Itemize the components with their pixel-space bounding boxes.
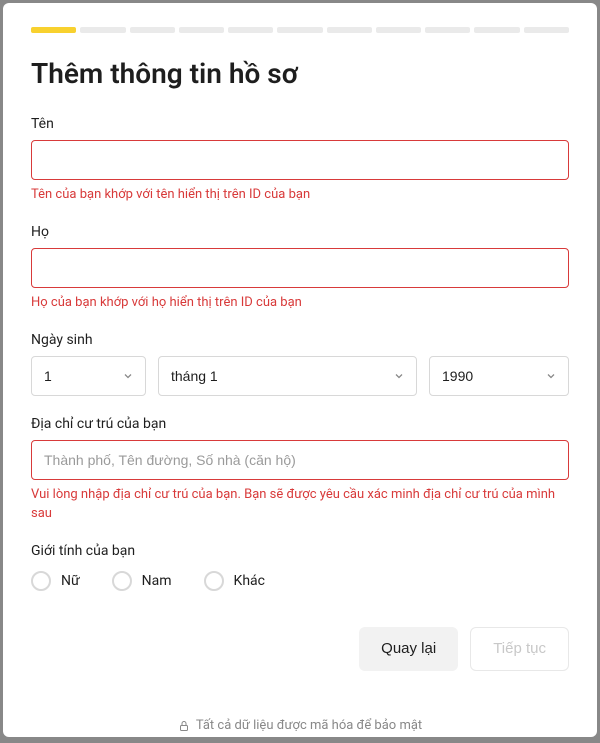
lock-icon bbox=[178, 720, 190, 732]
continue-button[interactable]: Tiếp tục bbox=[470, 627, 569, 671]
page-title: Thêm thông tin hồ sơ bbox=[31, 57, 569, 90]
radio-icon bbox=[112, 571, 132, 591]
first-name-label: Tên bbox=[31, 116, 569, 132]
progress-segment bbox=[179, 27, 224, 33]
progress-segment bbox=[80, 27, 125, 33]
last-name-input[interactable] bbox=[31, 248, 569, 288]
progress-segment bbox=[474, 27, 519, 33]
progress-segment bbox=[277, 27, 322, 33]
address-error: Vui lòng nhập địa chỉ cư trú của bạn. Bạ… bbox=[31, 486, 569, 522]
dob-year-select[interactable]: 1990 bbox=[429, 356, 569, 396]
gender-option-other[interactable]: Khác bbox=[204, 571, 265, 591]
first-name-error: Tên của bạn khớp với tên hiển thị trên I… bbox=[31, 186, 569, 204]
progress-segment bbox=[327, 27, 372, 33]
last-name-error: Họ của bạn khớp với họ hiển thị trên ID … bbox=[31, 294, 569, 312]
footer-text: Tất cả dữ liệu được mã hóa để bảo mật bbox=[196, 718, 422, 733]
last-name-label: Họ bbox=[31, 224, 569, 240]
footer-note: Tất cả dữ liệu được mã hóa để bảo mật bbox=[3, 718, 597, 733]
progress-segment bbox=[130, 27, 175, 33]
progress-segment bbox=[31, 27, 76, 33]
gender-option-female[interactable]: Nữ bbox=[31, 571, 80, 591]
radio-icon bbox=[204, 571, 224, 591]
progress-segment bbox=[425, 27, 470, 33]
progress-segment bbox=[524, 27, 569, 33]
back-button[interactable]: Quay lại bbox=[359, 627, 458, 671]
address-label: Địa chỉ cư trú của bạn bbox=[31, 416, 569, 432]
dob-month-wrap: tháng 1 bbox=[158, 356, 417, 396]
progress-segment bbox=[376, 27, 421, 33]
gender-group: Giới tính của bạn Nữ Nam Khác bbox=[31, 543, 569, 591]
first-name-group: Tên Tên của bạn khớp với tên hiển thị tr… bbox=[31, 116, 569, 204]
dob-day-select[interactable]: 1 bbox=[31, 356, 146, 396]
gender-option-label: Khác bbox=[234, 573, 265, 589]
last-name-group: Họ Họ của bạn khớp với họ hiển thị trên … bbox=[31, 224, 569, 312]
dob-label: Ngày sinh bbox=[31, 332, 569, 348]
dob-group: Ngày sinh 1 tháng 1 1990 bbox=[31, 332, 569, 396]
button-row: Quay lại Tiếp tục bbox=[31, 627, 569, 671]
gender-row: Nữ Nam Khác bbox=[31, 571, 569, 591]
address-group: Địa chỉ cư trú của bạn Vui lòng nhập địa… bbox=[31, 416, 569, 522]
gender-option-label: Nữ bbox=[61, 573, 80, 589]
progress-segment bbox=[228, 27, 273, 33]
gender-label: Giới tính của bạn bbox=[31, 543, 569, 559]
gender-option-male[interactable]: Nam bbox=[112, 571, 172, 591]
first-name-input[interactable] bbox=[31, 140, 569, 180]
dob-month-select[interactable]: tháng 1 bbox=[158, 356, 417, 396]
radio-icon bbox=[31, 571, 51, 591]
dob-row: 1 tháng 1 1990 bbox=[31, 356, 569, 396]
profile-info-modal: Thêm thông tin hồ sơ Tên Tên của bạn khớ… bbox=[3, 3, 597, 737]
dob-day-wrap: 1 bbox=[31, 356, 146, 396]
gender-option-label: Nam bbox=[142, 573, 172, 589]
address-input[interactable] bbox=[31, 440, 569, 480]
dob-year-wrap: 1990 bbox=[429, 356, 569, 396]
progress-bar bbox=[31, 27, 569, 33]
